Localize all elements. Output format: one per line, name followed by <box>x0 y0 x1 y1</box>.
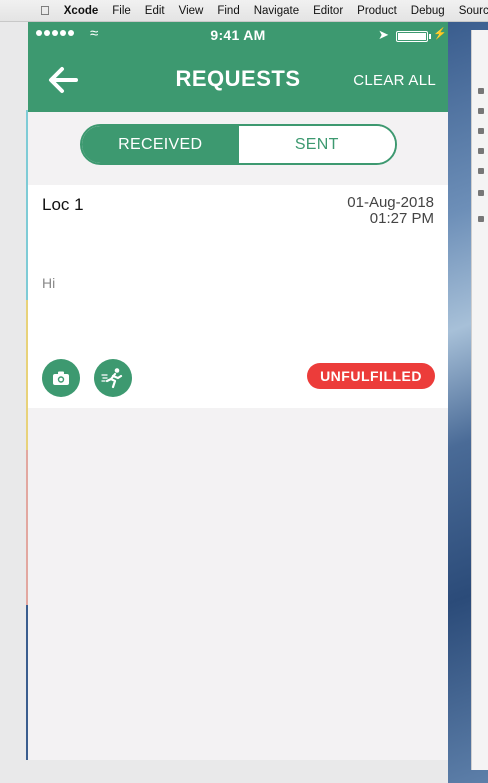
location-arrow-icon: ➤ <box>378 27 389 42</box>
menu-editor[interactable]: Editor <box>306 5 350 17</box>
panel-file-icon <box>478 108 484 114</box>
clear-all-button[interactable]: CLEAR ALL <box>353 72 436 89</box>
panel-file-icon <box>478 128 484 134</box>
request-location: Loc 1 <box>42 195 84 214</box>
request-date: 01-Aug-2018 <box>347 194 434 211</box>
status-bar: ≈ 9:41 AM ➤ ⚡ <box>28 22 448 50</box>
screen-bottom <box>28 750 448 760</box>
request-time: 01:27 PM <box>369 210 434 227</box>
camera-button[interactable] <box>42 359 80 397</box>
menu-navigate[interactable]: Navigate <box>247 5 306 17</box>
panel-file-icon <box>478 216 484 222</box>
nav-bar: REQUESTS CLEAR ALL <box>28 50 448 112</box>
request-card[interactable]: Loc 1 01-Aug-2018 01:27 PM Hi UNFULFILLE… <box>28 185 448 408</box>
segment-area: RECEIVED SENT <box>28 112 448 184</box>
mac-menu-bar:  Xcode File Edit View Find Navigate Edi… <box>0 0 488 22</box>
received-sent-segmented-control: RECEIVED SENT <box>80 124 397 165</box>
camera-icon <box>53 371 69 385</box>
panel-file-icon <box>478 148 484 154</box>
menu-app-name[interactable]: Xcode <box>60 5 106 17</box>
panel-file-icon <box>478 168 484 174</box>
request-message: Hi <box>42 275 56 291</box>
runner-button[interactable] <box>94 359 132 397</box>
menu-find[interactable]: Find <box>210 5 246 17</box>
charging-bolt-icon: ⚡ <box>433 28 447 40</box>
tab-received[interactable]: RECEIVED <box>82 126 239 163</box>
xcode-side-panel <box>471 30 488 770</box>
tab-sent[interactable]: SENT <box>238 126 395 163</box>
menu-debug[interactable]: Debug <box>404 5 452 17</box>
apple-menu-icon[interactable]:  <box>0 3 60 18</box>
panel-file-icon <box>478 190 484 196</box>
battery-icon <box>396 31 428 42</box>
battery-tip <box>429 34 431 39</box>
request-timestamp: 01-Aug-2018 01:27 PM <box>347 195 434 227</box>
menu-product[interactable]: Product <box>350 5 404 17</box>
iphone-simulator-screen: ≈ 9:41 AM ➤ ⚡ REQUESTS CLEAR ALL RECEIVE… <box>28 22 448 760</box>
menu-source-control[interactable]: Source Control <box>452 5 488 17</box>
menu-view[interactable]: View <box>172 5 211 17</box>
running-person-icon <box>101 368 123 389</box>
status-badge: UNFULFILLED <box>307 363 435 389</box>
menu-file[interactable]: File <box>105 5 138 17</box>
panel-disclosure-icon <box>478 88 484 94</box>
menu-edit[interactable]: Edit <box>138 5 172 17</box>
desktop-left-strip <box>0 22 26 783</box>
